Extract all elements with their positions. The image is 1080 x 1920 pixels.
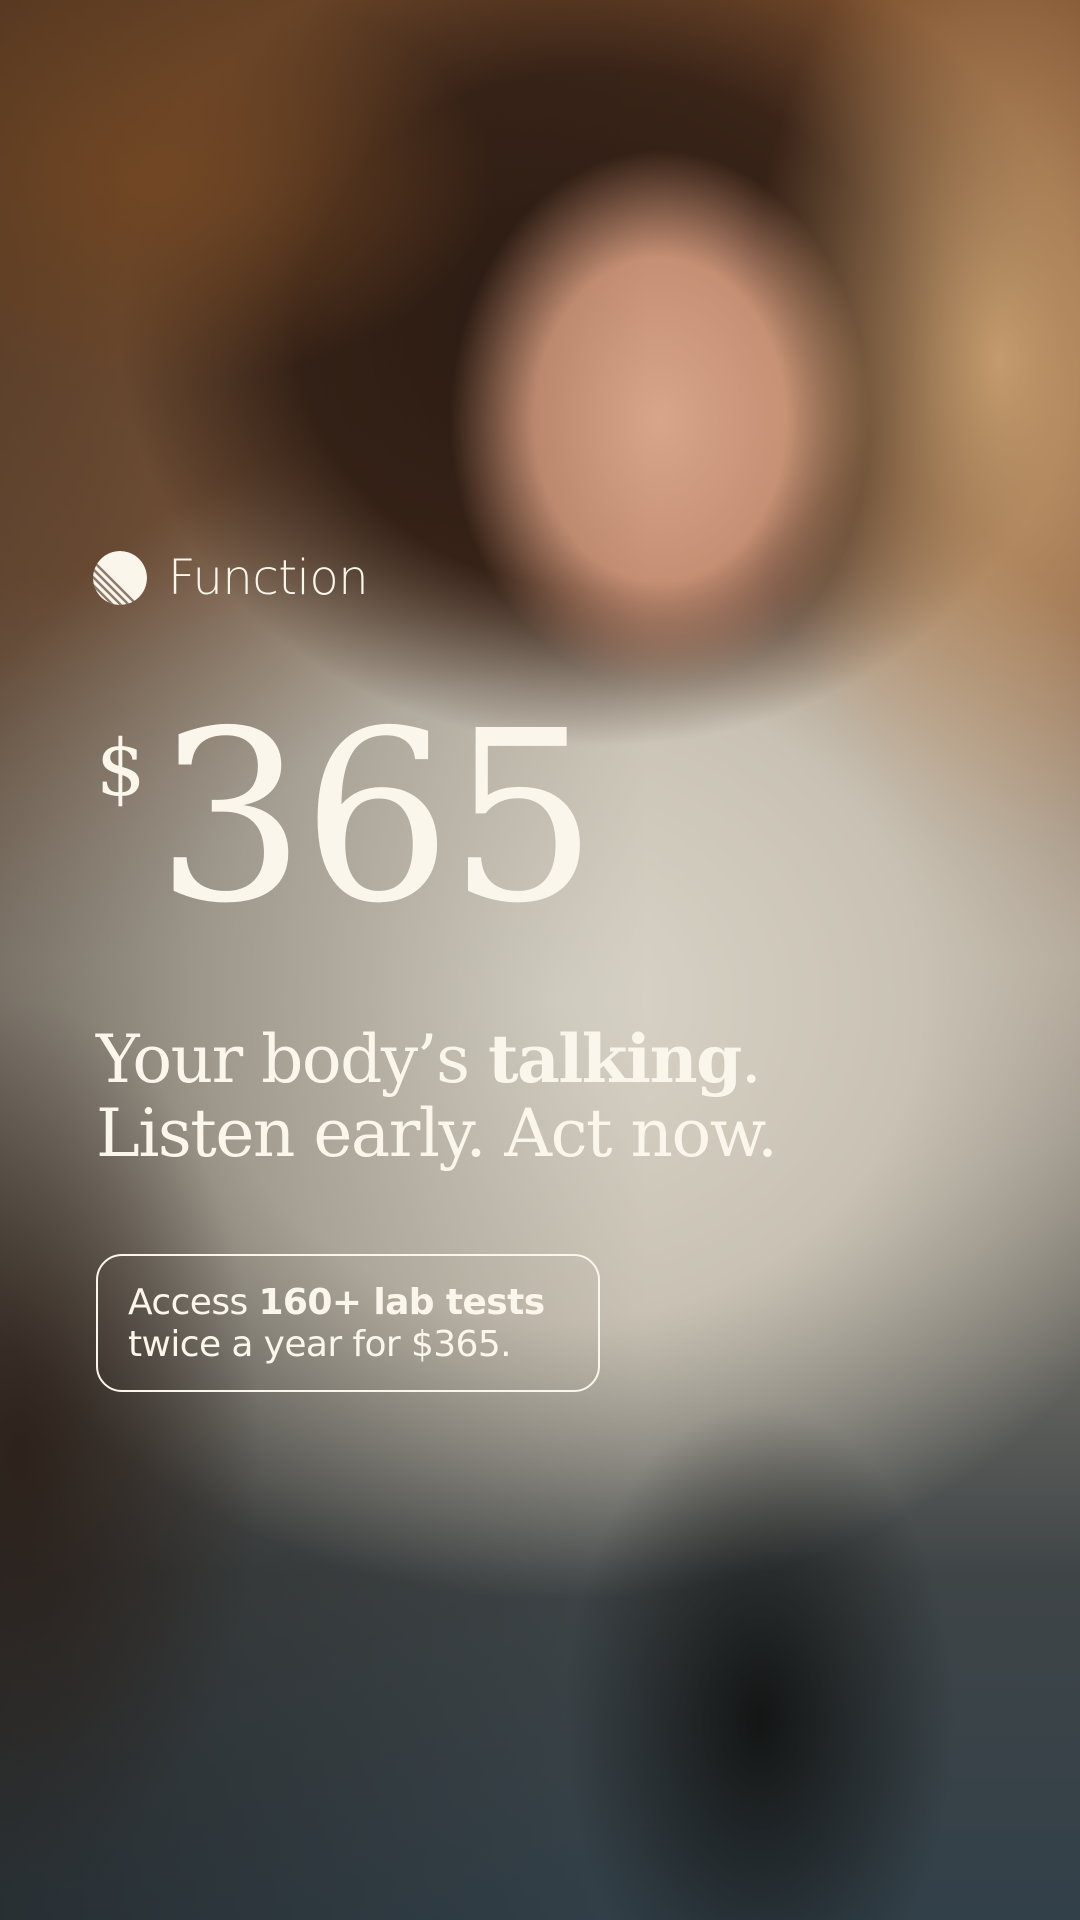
- headline-period: .: [740, 1021, 762, 1098]
- price: $ 365: [96, 680, 598, 955]
- photo-background: [0, 0, 1080, 1920]
- ad-canvas: Function $ 365 Your body’s talking. List…: [0, 0, 1080, 1920]
- headline-line-2: Listen early. Act now.: [96, 1095, 778, 1172]
- offer-prefix: Access: [128, 1282, 259, 1323]
- headline-text: Your body’s: [96, 1021, 488, 1098]
- offer-highlight: 160+ lab tests: [258, 1282, 545, 1323]
- brand-name: Function: [168, 550, 369, 606]
- offer-line-2: twice a year for $365.: [128, 1324, 512, 1365]
- brand-logo: Function: [92, 550, 369, 606]
- offer-box: Access 160+ lab tests twice a year for $…: [96, 1254, 600, 1392]
- price-currency: $: [96, 724, 146, 814]
- striped-circle-icon: [93, 551, 147, 605]
- offer-line-1: Access 160+ lab tests: [128, 1282, 572, 1324]
- headline: Your body’s talking. Listen early. Act n…: [96, 1022, 996, 1171]
- headline-emphasis: talking: [487, 1020, 742, 1098]
- price-amount: 365: [155, 680, 598, 955]
- headline-line-1: Your body’s talking.: [96, 1022, 996, 1097]
